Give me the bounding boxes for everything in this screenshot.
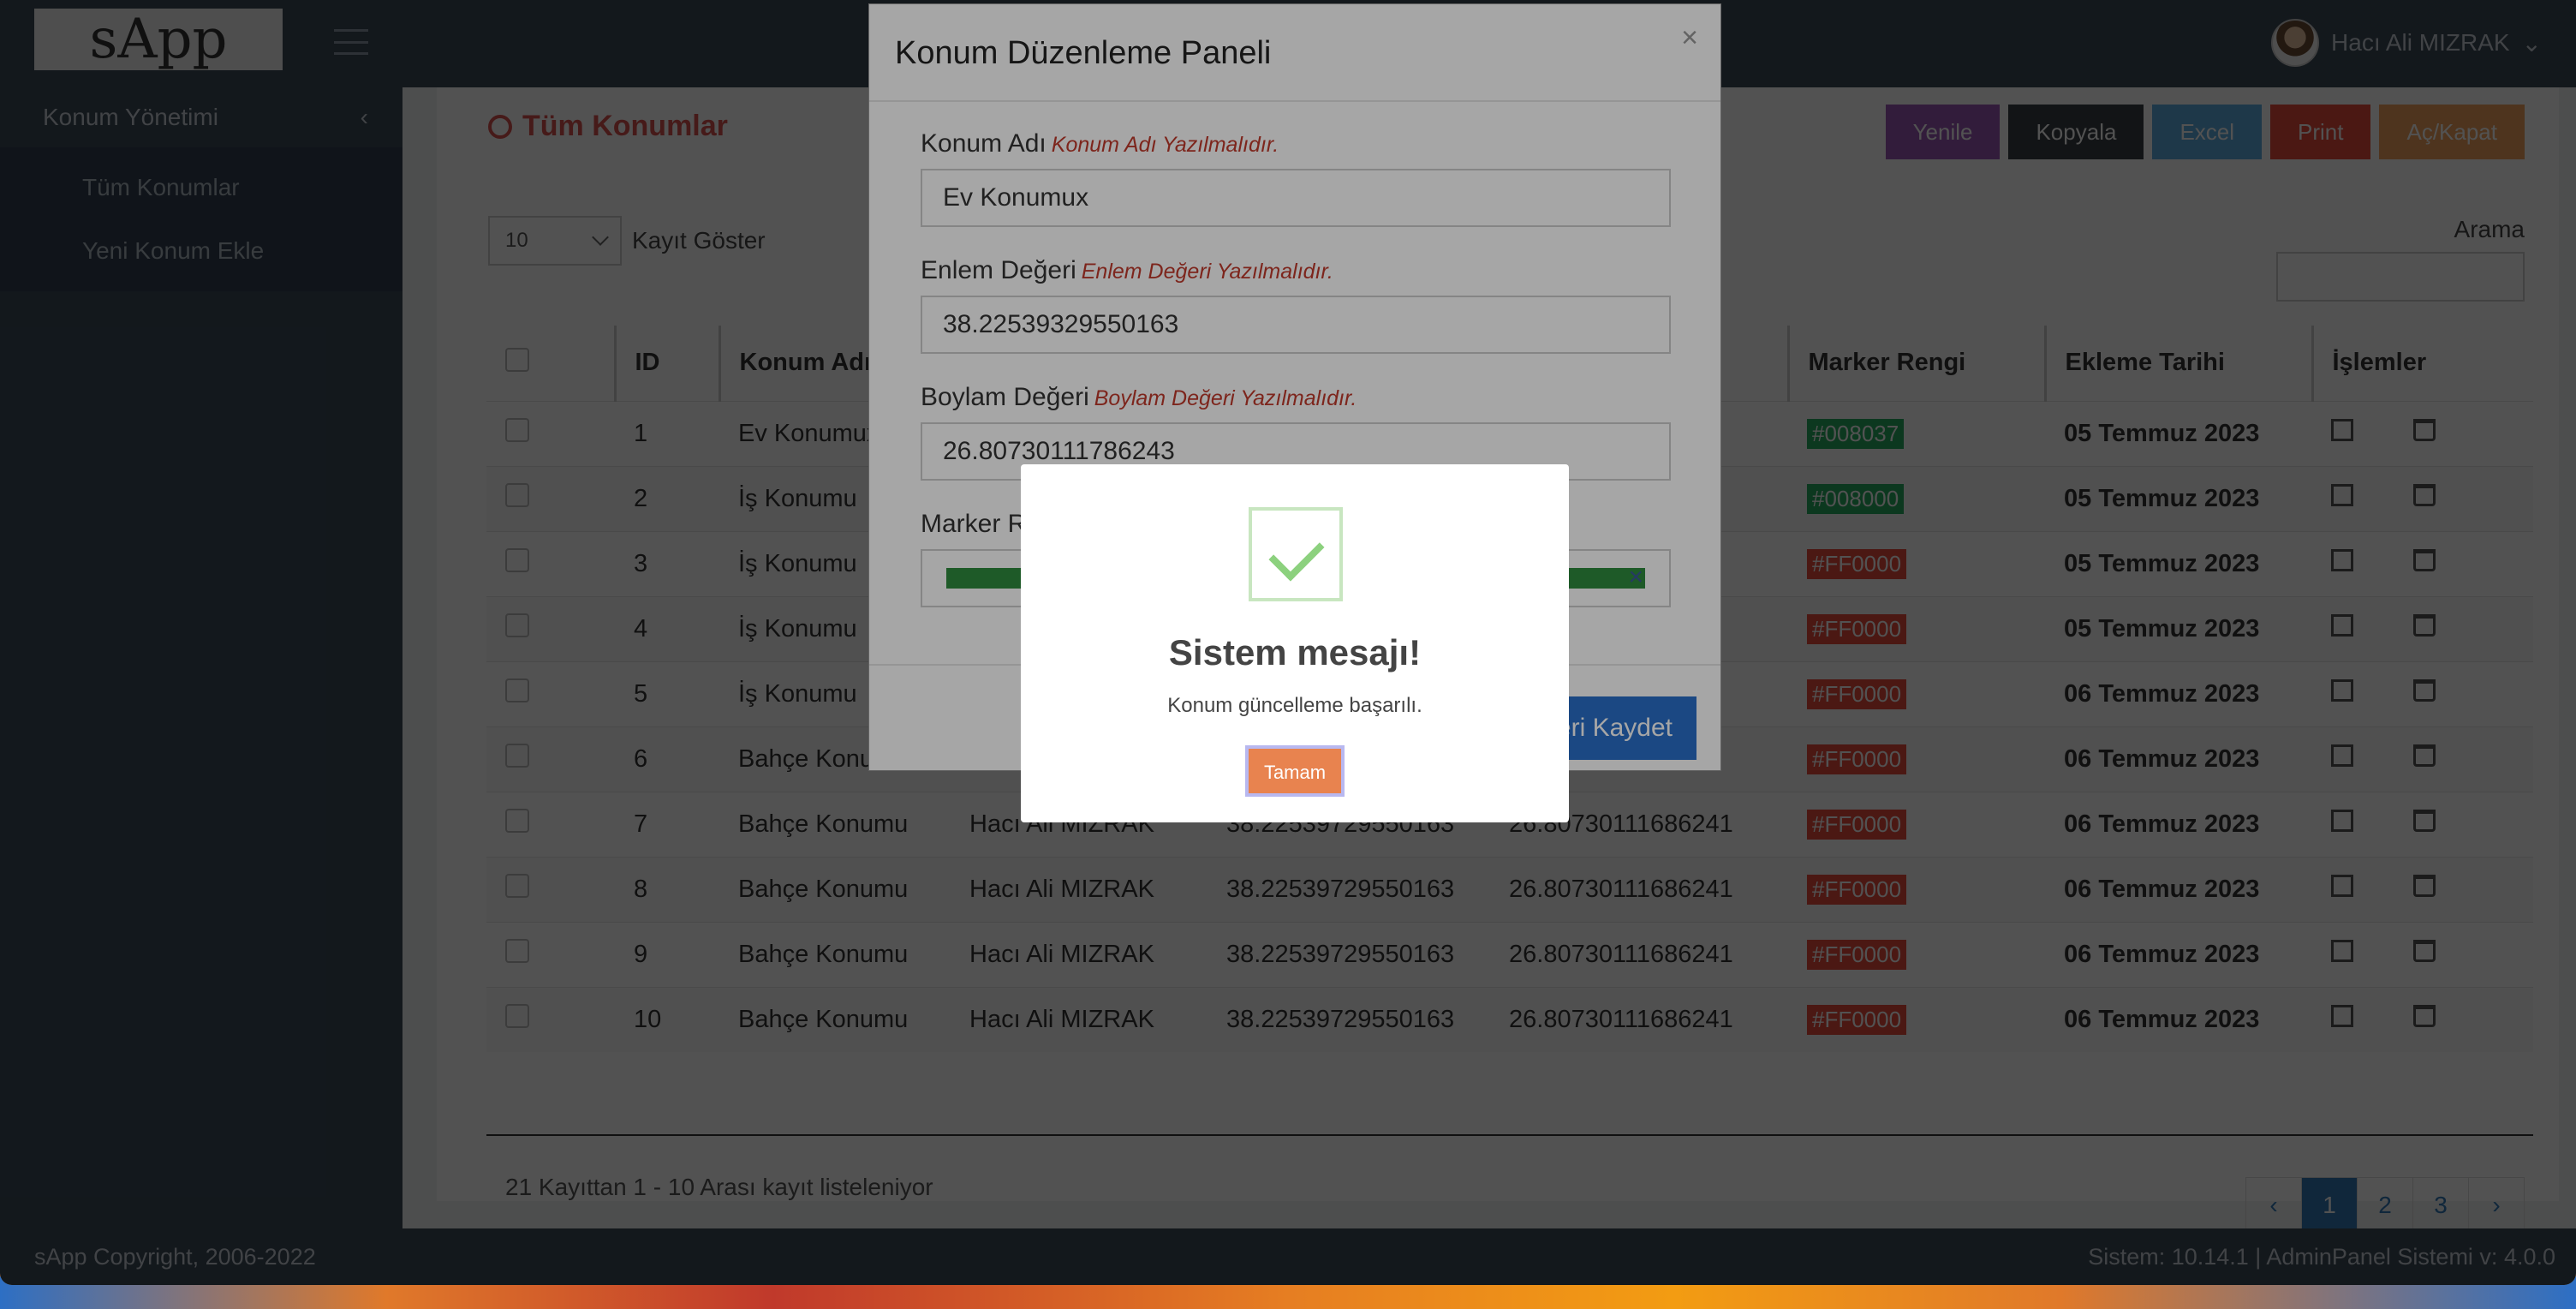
alert-title: Sistem mesajı! bbox=[1168, 632, 1422, 672]
alert-ok-button[interactable]: Tamam bbox=[1245, 745, 1345, 797]
success-check-icon bbox=[1249, 507, 1343, 601]
app-window: sApp Hacı Ali MIZRAK ⌄ Konum Yönetimi ‹ … bbox=[0, 0, 2576, 1285]
success-alert: Sistem mesajı! Konum güncelleme başarılı… bbox=[1021, 464, 1569, 822]
alert-message: Konum güncelleme başarılı. bbox=[1167, 694, 1422, 717]
